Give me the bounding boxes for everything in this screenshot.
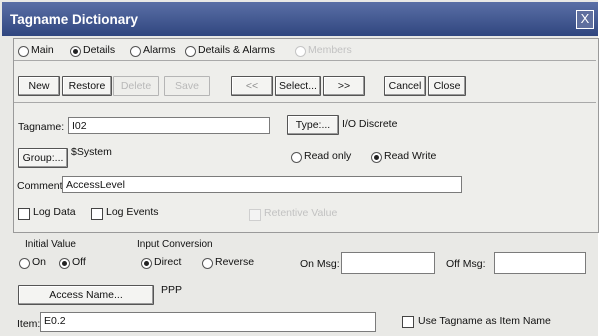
access-name-value: PPP bbox=[161, 284, 183, 296]
radio-details-label: Details bbox=[83, 44, 116, 56]
radio-details-alarms-label: Details & Alarms bbox=[198, 44, 276, 56]
group-value: $System bbox=[71, 146, 112, 158]
on-msg-label: On Msg: bbox=[300, 258, 340, 270]
type-button[interactable]: Type:... bbox=[287, 115, 339, 135]
initial-value-label: Initial Value bbox=[25, 239, 76, 250]
radio-read-only[interactable] bbox=[291, 152, 302, 163]
group-button[interactable]: Group:... bbox=[18, 148, 68, 168]
radio-main-label: Main bbox=[31, 44, 54, 56]
tag-type-value: I/O Discrete bbox=[342, 118, 398, 130]
tagname-dictionary-dialog: Tagname Dictionary X Main Details Alarms… bbox=[0, 0, 599, 336]
details-panel bbox=[13, 38, 599, 233]
use-tagname-label: Use Tagname as Item Name bbox=[418, 315, 551, 327]
initial-off-label: Off bbox=[72, 256, 86, 268]
radio-alarms-label: Alarms bbox=[143, 44, 176, 56]
cancel-button[interactable]: Cancel bbox=[384, 76, 426, 96]
radio-details-alarms[interactable] bbox=[185, 46, 196, 57]
radio-members-label: Members bbox=[308, 44, 352, 56]
radio-direct[interactable] bbox=[141, 258, 152, 269]
item-input[interactable]: E0.2 bbox=[40, 312, 376, 332]
radio-read-write[interactable] bbox=[371, 152, 382, 163]
close-button[interactable]: Close bbox=[428, 76, 466, 96]
close-icon[interactable]: X bbox=[576, 10, 594, 29]
next-button[interactable]: >> bbox=[323, 76, 365, 96]
off-msg-input[interactable] bbox=[494, 252, 586, 274]
retentive-value-label: Retentive Value bbox=[264, 207, 338, 219]
tagname-label: Tagname: bbox=[18, 121, 65, 133]
read-write-label: Read Write bbox=[384, 150, 437, 162]
comment-label: Comment: bbox=[17, 180, 66, 192]
radio-reverse[interactable] bbox=[202, 258, 213, 269]
read-only-label: Read only bbox=[304, 150, 352, 162]
restore-button[interactable]: Restore bbox=[62, 76, 112, 96]
comment-input[interactable]: AccessLevel bbox=[62, 176, 462, 193]
title-bar[interactable]: Tagname Dictionary X bbox=[2, 2, 598, 36]
direct-label: Direct bbox=[154, 256, 182, 268]
use-tagname-checkbox[interactable] bbox=[402, 316, 414, 328]
delete-button[interactable]: Delete bbox=[113, 76, 159, 96]
retentive-value-checkbox[interactable] bbox=[249, 209, 261, 221]
tagname-input[interactable]: I02 bbox=[68, 117, 270, 134]
access-name-button[interactable]: Access Name... bbox=[18, 285, 154, 305]
previous-button[interactable]: << bbox=[231, 76, 273, 96]
log-events-checkbox[interactable] bbox=[91, 208, 103, 220]
input-conversion-label: Input Conversion bbox=[137, 239, 213, 250]
new-button[interactable]: New bbox=[18, 76, 60, 96]
on-msg-input[interactable] bbox=[341, 252, 435, 274]
log-data-checkbox[interactable] bbox=[18, 208, 30, 220]
radio-main[interactable] bbox=[18, 46, 29, 57]
separator bbox=[14, 102, 596, 103]
radio-members[interactable] bbox=[295, 46, 306, 57]
reverse-label: Reverse bbox=[215, 256, 255, 268]
log-events-label: Log Events bbox=[106, 206, 159, 218]
radio-initial-on[interactable] bbox=[19, 258, 30, 269]
select-button[interactable]: Select... bbox=[275, 76, 321, 96]
window-title: Tagname Dictionary bbox=[10, 12, 139, 27]
save-button[interactable]: Save bbox=[164, 76, 210, 96]
item-label: Item: bbox=[17, 318, 41, 330]
radio-details[interactable] bbox=[70, 46, 81, 57]
log-data-label: Log Data bbox=[33, 206, 76, 218]
separator bbox=[14, 60, 596, 61]
radio-alarms[interactable] bbox=[130, 46, 141, 57]
off-msg-label: Off Msg: bbox=[446, 258, 486, 270]
initial-on-label: On bbox=[32, 256, 47, 268]
radio-initial-off[interactable] bbox=[59, 258, 70, 269]
